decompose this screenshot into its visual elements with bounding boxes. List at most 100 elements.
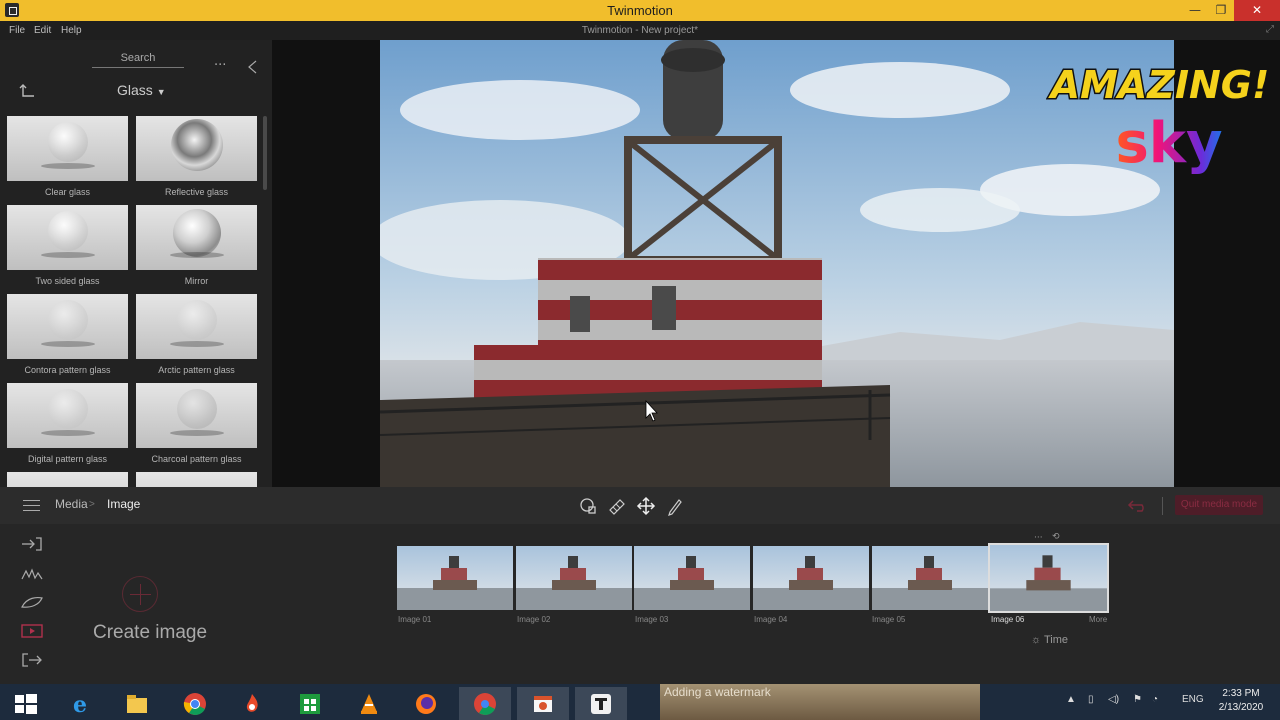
- hamburger-menu-icon[interactable]: [23, 500, 40, 511]
- minimize-button[interactable]: —: [1182, 0, 1208, 21]
- breadcrumb-media[interactable]: Media: [55, 497, 88, 511]
- twinmotion-window: Twinmotion — ❐ ✕ File Edit Help Twinmoti…: [0, 0, 1280, 720]
- pencil-tool-icon[interactable]: [665, 496, 685, 516]
- volume-icon[interactable]: ◁): [1108, 694, 1119, 705]
- leaf-icon[interactable]: [21, 595, 43, 609]
- material-tile-digital-pattern-glass[interactable]: Digital pattern glass: [7, 383, 128, 472]
- presentation-app-icon[interactable]: [517, 687, 569, 720]
- export-icon[interactable]: [21, 653, 43, 667]
- material-thumbnail: [7, 472, 128, 487]
- image-thumbnail-selected[interactable]: [988, 543, 1109, 613]
- tray-chevron-icon[interactable]: ▲: [1066, 694, 1076, 705]
- material-thumbnail: [7, 383, 128, 448]
- material-tile-clear-glass[interactable]: Clear glass: [7, 116, 128, 205]
- menu-bar: File Edit Help Twinmotion - New project*…: [0, 21, 1280, 40]
- clock-time: 2:33 PM: [1222, 688, 1260, 699]
- maximize-button[interactable]: ❐: [1208, 0, 1234, 21]
- windows-taskbar: e Adding a watermark ▲ ▯ ◁) ⚑ ◔ ENG 2:33…: [0, 684, 1280, 720]
- toolbar-divider: [1162, 497, 1163, 515]
- chrome-active-icon[interactable]: [459, 687, 511, 720]
- undo-icon[interactable]: [1127, 497, 1149, 513]
- material-tile-mirror[interactable]: Mirror: [136, 205, 257, 294]
- firefox-icon[interactable]: [400, 687, 452, 720]
- language-indicator[interactable]: ENG: [1182, 694, 1204, 705]
- material-thumbnail: [136, 383, 257, 448]
- time-button[interactable]: ☼ Time: [1031, 634, 1068, 646]
- window-title: Twinmotion: [607, 3, 673, 18]
- chevron-down-icon: ▼: [156, 87, 166, 97]
- material-tile-arctic-pattern-glass[interactable]: Arctic pattern glass: [136, 294, 257, 383]
- material-tile-charcoal-pattern-glass[interactable]: Charcoal pattern glass: [136, 383, 257, 472]
- media-panel: Create image ··· ⟲ Image 01 Image 02 Ima…: [0, 524, 1280, 684]
- file-explorer-icon[interactable]: [111, 687, 163, 720]
- quit-media-mode-button[interactable]: Quit media mode: [1175, 495, 1263, 515]
- image-label: Image 03: [635, 615, 669, 624]
- library-search-input[interactable]: Search: [92, 52, 184, 68]
- material-thumbnail: [136, 472, 257, 487]
- image-label: Image 04: [754, 615, 788, 624]
- svg-text:e: e: [73, 692, 87, 716]
- material-tile-contora-pattern-glass[interactable]: Contora pattern glass: [7, 294, 128, 383]
- close-button[interactable]: ✕: [1234, 0, 1280, 21]
- image-thumbnail[interactable]: [753, 546, 869, 610]
- material-label: Charcoal pattern glass: [151, 454, 242, 464]
- windows-start-icon[interactable]: [0, 687, 52, 720]
- category-dropdown[interactable]: Glass ▼: [117, 82, 166, 98]
- material-thumbnail: [136, 294, 257, 359]
- sky-subhead: sky: [1115, 114, 1222, 174]
- category-label: Glass: [117, 82, 153, 98]
- material-tile-reflective-glass[interactable]: Reflective glass: [136, 116, 257, 205]
- material-label: Digital pattern glass: [27, 454, 108, 464]
- select-tool-icon[interactable]: [578, 496, 598, 516]
- title-bar: Twinmotion — ❐ ✕: [0, 0, 1280, 21]
- app-flame-icon[interactable]: [226, 687, 278, 720]
- vlc-icon[interactable]: [343, 687, 395, 720]
- more-options-icon[interactable]: ···: [1034, 533, 1043, 543]
- internet-explorer-icon[interactable]: e: [54, 687, 106, 720]
- tray-app-icon[interactable]: ▯: [1088, 694, 1094, 705]
- media-toolbar: Media > Image Quit media mode: [0, 487, 1280, 524]
- move-tool-icon[interactable]: [636, 496, 656, 516]
- image-thumbnail[interactable]: [872, 546, 988, 610]
- material-tile-partial[interactable]: [7, 472, 128, 487]
- flag-icon[interactable]: ⚑: [1133, 694, 1142, 705]
- material-tool-icon[interactable]: [607, 496, 627, 516]
- more-link[interactable]: More: [1089, 615, 1107, 624]
- store-icon[interactable]: [284, 687, 336, 720]
- image-label-selected: Image 06: [991, 615, 1025, 624]
- breadcrumb-separator: >: [89, 499, 95, 510]
- create-image-label[interactable]: Create image: [93, 622, 207, 644]
- breadcrumb-image: Image: [107, 497, 141, 511]
- network-icon[interactable]: ◔: [1152, 694, 1158, 705]
- create-image-button[interactable]: [122, 576, 158, 612]
- image-thumbnail[interactable]: [516, 546, 632, 610]
- refresh-icon[interactable]: ⟲: [1052, 532, 1060, 542]
- sky-logo: sky: [1115, 114, 1222, 174]
- time-label: Time: [1043, 634, 1068, 646]
- glass-sphere-icon: [48, 122, 88, 162]
- terrain-icon[interactable]: [21, 567, 43, 581]
- twinmotion-taskbar-icon[interactable]: [575, 687, 627, 720]
- material-thumbnail: [7, 116, 128, 181]
- chrome-sphere-icon: [171, 119, 223, 171]
- collapse-panel-icon[interactable]: [247, 60, 257, 74]
- fullscreen-icon[interactable]: ⤢: [1266, 24, 1274, 35]
- image-label: Image 05: [872, 615, 906, 624]
- more-options-icon[interactable]: ···: [214, 58, 226, 73]
- glass-sphere-icon: [48, 211, 88, 251]
- image-thumbnail[interactable]: [397, 546, 513, 610]
- chrome-icon[interactable]: [169, 687, 221, 720]
- material-thumbnail: [7, 294, 128, 359]
- taskbar-clock[interactable]: 2:33 PM 2/13/2020: [1208, 687, 1274, 715]
- material-tile-partial[interactable]: [136, 472, 257, 487]
- library-scrollbar[interactable]: [263, 116, 267, 190]
- clock-date: 2/13/2020: [1218, 702, 1264, 713]
- import-icon[interactable]: [21, 537, 43, 551]
- glass-sphere-icon: [48, 389, 88, 429]
- back-arrow-icon[interactable]: [19, 84, 35, 98]
- media-mode-icon[interactable]: [21, 624, 43, 638]
- image-thumbnail[interactable]: [634, 546, 750, 610]
- material-label: Two sided glass: [35, 276, 100, 286]
- material-tile-two-sided-glass[interactable]: Two sided glass: [7, 205, 128, 294]
- material-label: Arctic pattern glass: [158, 365, 235, 375]
